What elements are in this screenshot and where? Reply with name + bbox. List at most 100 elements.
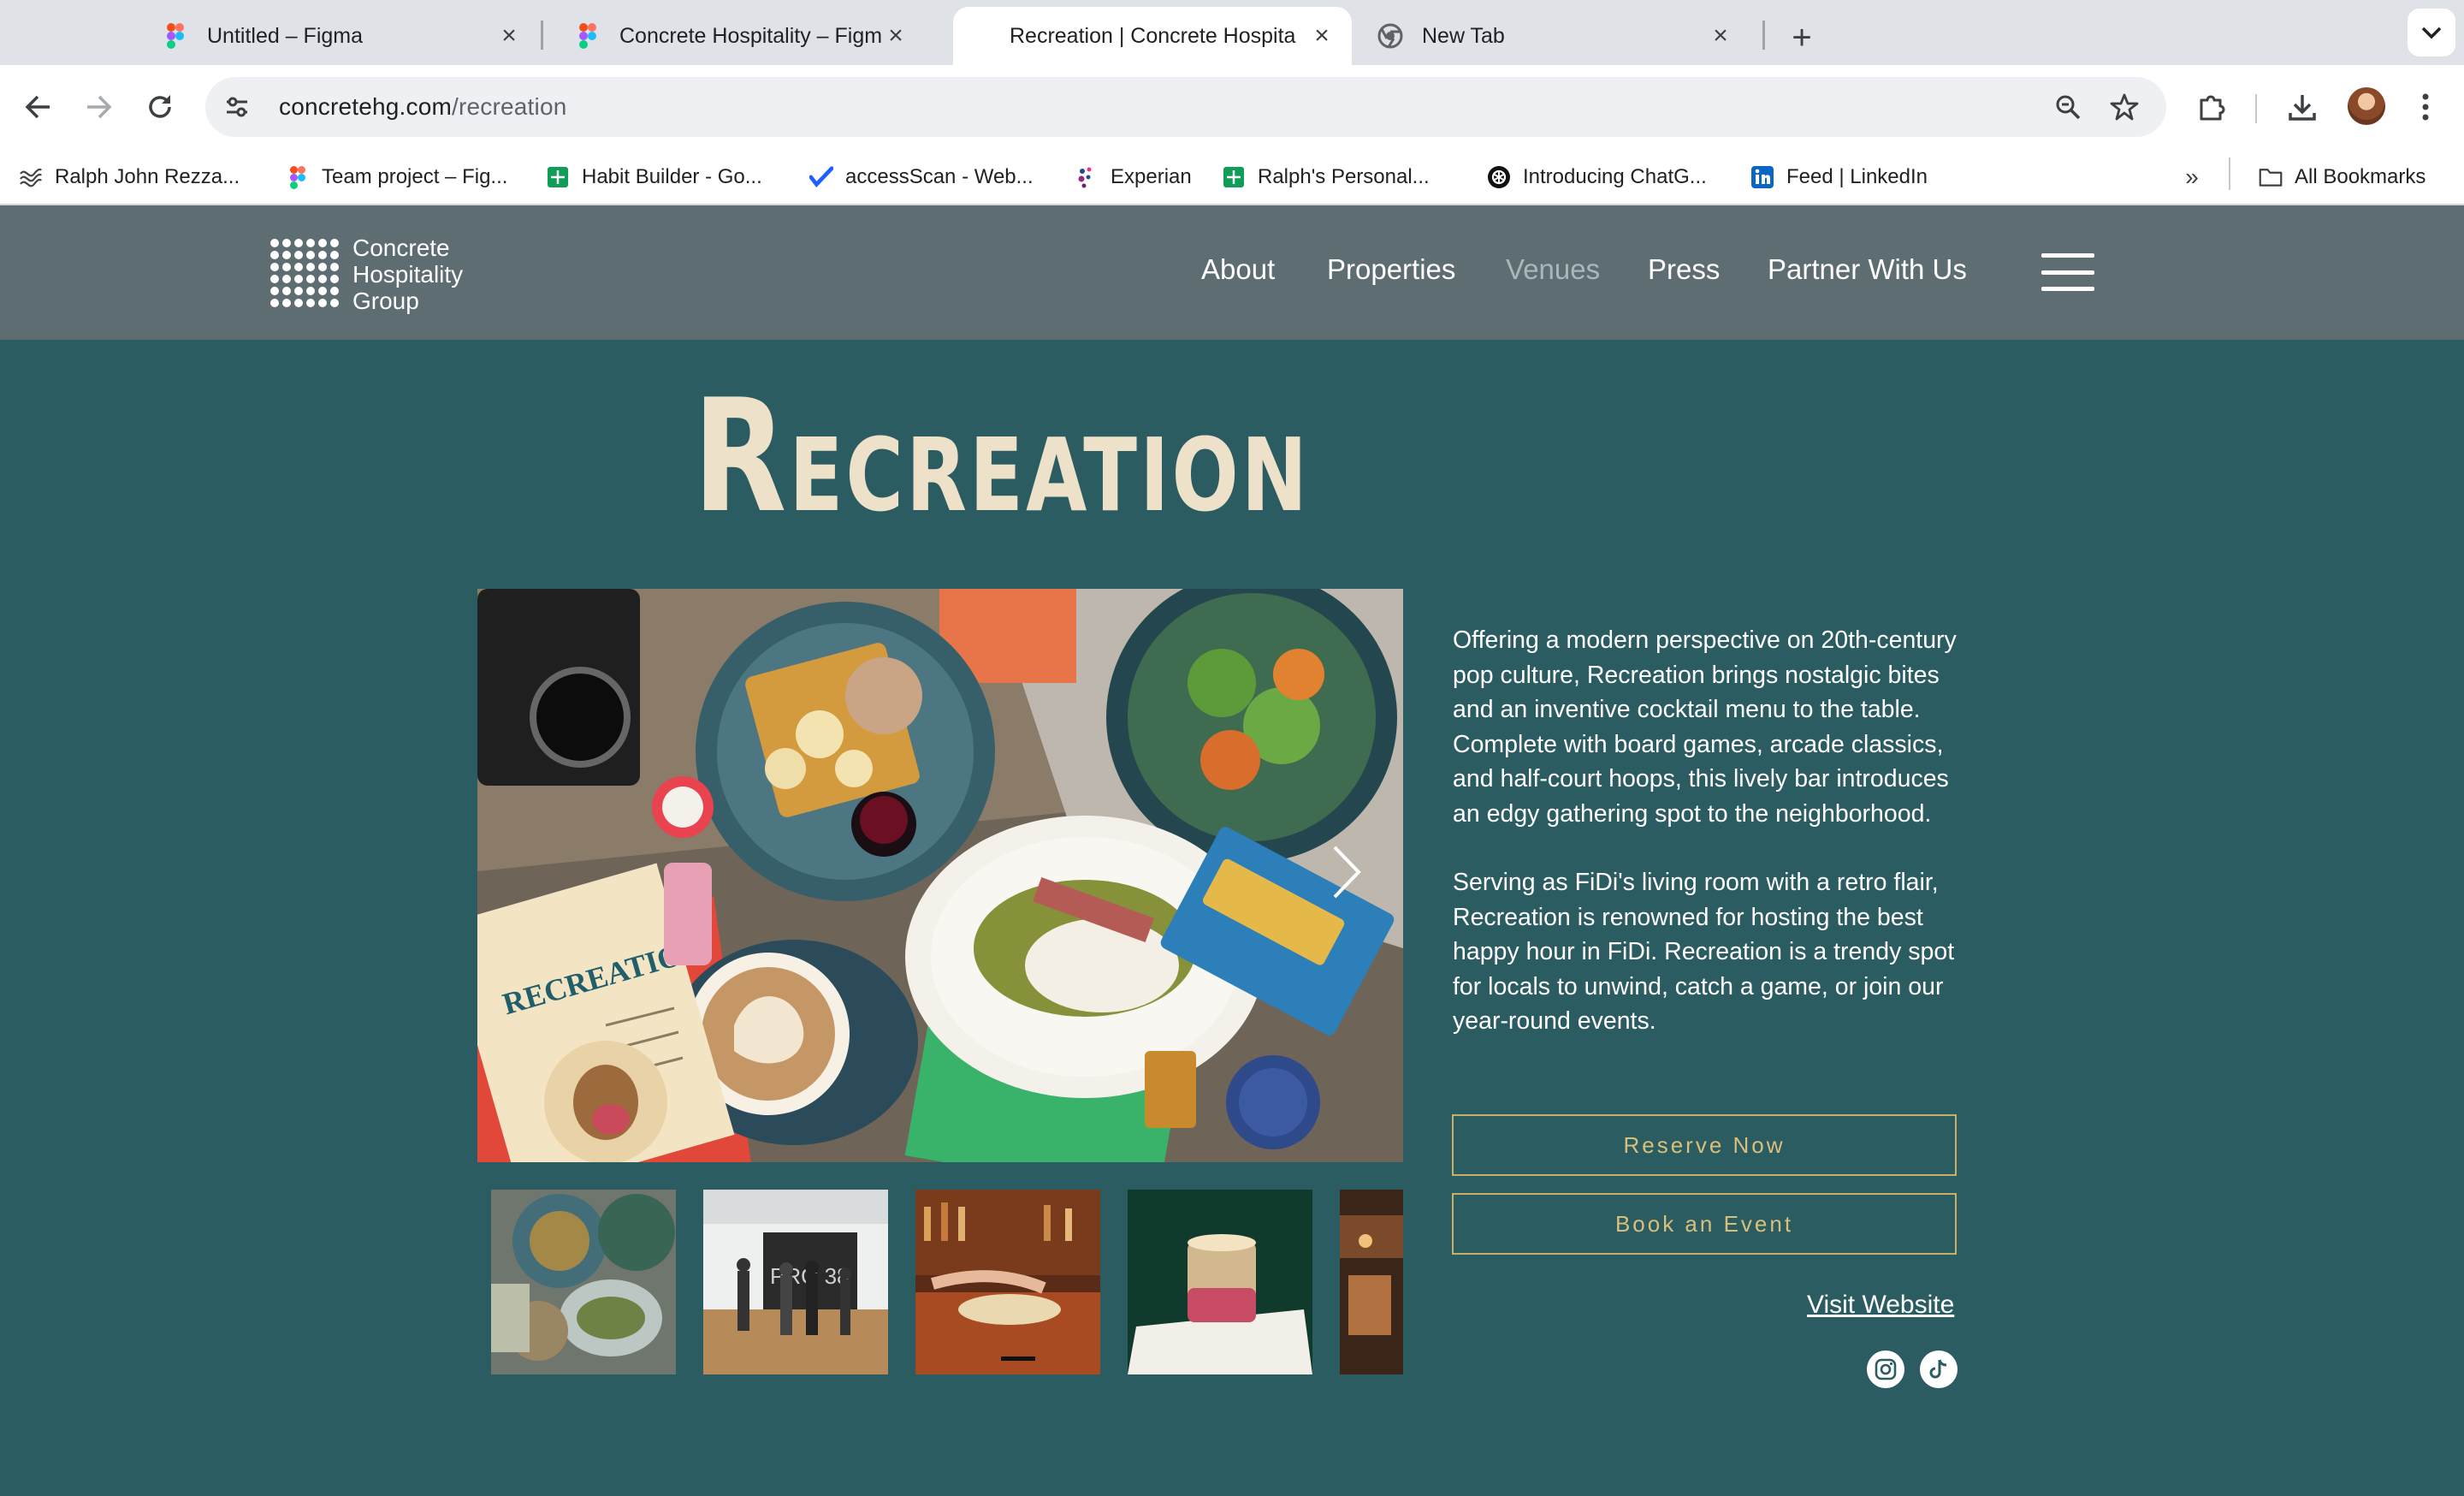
nav-press[interactable]: Press — [1648, 253, 1720, 286]
bookmark-item[interactable]: Ralph's Personal... — [1222, 161, 1430, 193]
back-button[interactable] — [15, 84, 62, 130]
linkedin-icon — [1750, 165, 1774, 189]
close-tab-icon[interactable]: × — [883, 21, 909, 50]
sheets-icon — [1222, 165, 1246, 189]
thumbnail-bar[interactable] — [915, 1190, 1100, 1374]
browser-tab-strip: Untitled – Figma × Concrete Hospitality … — [0, 0, 2464, 65]
experian-icon — [1075, 165, 1099, 189]
tab-untitled-figma[interactable]: Untitled – Figma × — [128, 7, 539, 65]
bookmark-label: Feed | LinkedIn — [1786, 165, 1928, 188]
hamburger-menu-icon[interactable] — [2041, 253, 2094, 291]
nav-partner-with-us[interactable]: Partner With Us — [1768, 253, 1967, 286]
nav-about[interactable]: About — [1201, 253, 1275, 286]
instagram-icon[interactable] — [1867, 1351, 1904, 1388]
logo-dot-grid-icon — [270, 238, 342, 311]
bookmark-star-icon[interactable] — [2103, 86, 2146, 128]
figma-icon — [163, 23, 188, 49]
openai-icon — [1487, 165, 1511, 189]
bookmark-item[interactable]: Habit Builder - Go... — [546, 161, 762, 193]
nav-properties[interactable]: Properties — [1327, 253, 1455, 286]
bookmark-item[interactable]: Experian — [1075, 161, 1192, 193]
all-bookmarks-button[interactable]: All Bookmarks — [2259, 161, 2426, 193]
page-title: RECREATION — [693, 378, 1310, 534]
tab-recreation[interactable]: Recreation | Concrete Hospita × — [953, 7, 1352, 65]
bookmark-item[interactable]: Ralph John Rezza... — [19, 161, 240, 193]
bookmark-item[interactable]: accessScan - Web... — [809, 161, 1034, 193]
url-path: /recreation — [452, 93, 567, 120]
url-host: concretehg.com — [279, 93, 453, 120]
bookmark-label: Introducing ChatG... — [1523, 165, 1707, 188]
extensions-button[interactable] — [2189, 84, 2235, 130]
reload-button[interactable] — [137, 84, 183, 130]
bookmark-label: Team project – Fig... — [322, 165, 508, 188]
site-info-icon[interactable] — [216, 86, 258, 128]
thumbnail-court[interactable]: PRO 38 — [703, 1190, 888, 1374]
nav-venues[interactable]: Venues — [1506, 253, 1600, 286]
tiktok-icon[interactable] — [1920, 1351, 1958, 1388]
reserve-now-button[interactable]: Reserve Now — [1452, 1114, 1957, 1176]
close-tab-icon[interactable]: × — [496, 21, 522, 50]
new-tab-button[interactable]: + — [1776, 12, 1827, 63]
bookmark-item[interactable]: Feed | LinkedIn — [1750, 161, 1928, 193]
carousel-next-arrow-icon[interactable] — [1330, 842, 1364, 902]
bookmarks-bar: Ralph John Rezza... Team project – Fig..… — [0, 149, 2464, 205]
tab-divider — [1762, 21, 1765, 50]
url-text: concretehg.com/recreation — [279, 93, 567, 121]
toolbar-divider — [2255, 94, 2257, 123]
thumbnail-cocktail[interactable] — [1128, 1190, 1312, 1374]
bookmark-label: Habit Builder - Go... — [582, 165, 762, 188]
logo-line: Group — [352, 288, 419, 314]
bookmark-label: Ralph John Rezza... — [55, 165, 240, 188]
more-vertical-icon — [2422, 93, 2429, 121]
bookmark-item[interactable]: Team project – Fig... — [286, 161, 507, 193]
close-tab-icon[interactable]: × — [1309, 21, 1335, 50]
tab-title: Concrete Hospitality – Figma — [619, 23, 883, 48]
site-header: Concrete Hospitality Group About Propert… — [0, 205, 2464, 340]
profile-avatar[interactable] — [2348, 87, 2385, 125]
venue-description: Offering a modern perspective on 20th-ce… — [1453, 623, 1966, 1039]
visit-website-link[interactable]: Visit Website — [1807, 1291, 1954, 1320]
downloads-button[interactable] — [2279, 84, 2325, 130]
site-logo[interactable]: Concrete Hospitality Group — [270, 234, 463, 314]
arrow-right-icon — [87, 95, 112, 119]
logo-wordmark: Concrete Hospitality Group — [352, 234, 463, 314]
figma-icon — [575, 23, 601, 49]
folder-icon — [2259, 165, 2283, 189]
thumbnail-strip: PRO 38 — [477, 1190, 1403, 1376]
download-icon — [2289, 95, 2316, 121]
zoom-icon[interactable] — [2046, 86, 2089, 128]
logo-line: Hospitality — [352, 261, 464, 288]
all-bookmarks-label: All Bookmarks — [2295, 165, 2426, 188]
tab-search-button[interactable] — [2408, 9, 2455, 56]
chrome-icon — [1377, 23, 1403, 49]
thumbnail-interior[interactable] — [1340, 1190, 1403, 1374]
figma-icon — [286, 165, 310, 189]
hero-image: RECREATION — [477, 589, 1403, 1162]
bookmark-label: accessScan - Web... — [845, 165, 1034, 188]
reload-icon — [149, 95, 171, 118]
tab-new-tab[interactable]: New Tab × — [1352, 7, 1750, 65]
more-bookmarks-button[interactable]: » — [2177, 161, 2207, 193]
bookmarks-divider — [2229, 157, 2230, 190]
browser-menu-button[interactable] — [2402, 84, 2449, 130]
arrow-left-icon — [25, 95, 50, 119]
thumbnail-food[interactable] — [491, 1190, 676, 1374]
close-tab-icon[interactable]: × — [1708, 21, 1733, 50]
forward-button[interactable] — [75, 84, 121, 130]
tab-concrete-hospitality-figma[interactable]: Concrete Hospitality – Figma × — [541, 7, 926, 65]
sheets-icon — [546, 165, 570, 189]
address-bar[interactable]: concretehg.com/recreation — [205, 77, 2166, 137]
tab-title: Untitled – Figma — [207, 23, 364, 48]
chevron-down-icon — [2421, 27, 2442, 39]
bookmark-label: Experian — [1111, 165, 1192, 188]
book-an-event-button[interactable]: Book an Event — [1452, 1193, 1957, 1255]
logo-line: Concrete — [352, 234, 450, 261]
bookmark-label: Ralph's Personal... — [1258, 165, 1430, 188]
browser-toolbar: concretehg.com/recreation — [0, 65, 2464, 149]
description-paragraph: Offering a modern perspective on 20th-ce… — [1453, 626, 1957, 828]
accessscan-icon — [809, 165, 833, 189]
page-title-rest: ECREATION — [789, 416, 1311, 534]
tab-title: New Tab — [1422, 23, 1505, 48]
bookmark-item[interactable]: Introducing ChatG... — [1487, 161, 1707, 193]
page-title-initial: R — [693, 365, 790, 547]
